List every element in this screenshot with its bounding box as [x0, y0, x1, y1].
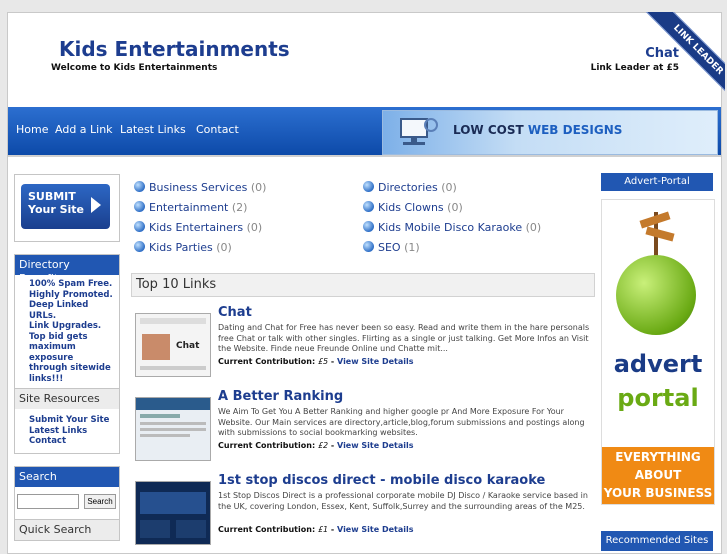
- benefits-list: 100% Spam Free. Highly Promoted. Deep Li…: [15, 275, 119, 388]
- nav-latest-links[interactable]: Latest Links: [120, 123, 186, 136]
- category-kids-clowns[interactable]: Kids Clowns (0): [363, 201, 463, 214]
- entry-description: 1st Stop Discos Direct is a professional…: [218, 491, 588, 511]
- search-title: Search: [15, 466, 119, 487]
- entry-description: Dating and Chat for Free has never been …: [218, 323, 590, 353]
- nav-home[interactable]: Home: [16, 123, 48, 136]
- right-sidebar: Advert-Portal advert portal EVERYTHING A…: [601, 173, 715, 505]
- category-business-services[interactable]: Business Services (0): [134, 181, 266, 194]
- advert-portal-banner[interactable]: advert portal EVERYTHING ABOUT YOUR BUSI…: [601, 199, 715, 505]
- left-sidebar: SUBMIT Your Site Directory Benefits 100%…: [14, 174, 120, 541]
- benefit-item: through sitewide: [29, 363, 111, 373]
- arrow-right-icon: [91, 197, 101, 213]
- view-details-link[interactable]: View Site Details: [337, 357, 413, 366]
- globe-icon: [363, 241, 374, 252]
- recommended-sites-title: Recommended Sites: [601, 531, 713, 551]
- category-entertainment[interactable]: Entertainment (2): [134, 201, 247, 214]
- site-thumbnail[interactable]: [135, 481, 211, 545]
- nav-contact[interactable]: Contact: [196, 123, 239, 136]
- resource-submit-site[interactable]: Submit Your Site: [29, 415, 115, 426]
- search-panel: Search Search Quick Search: [14, 465, 120, 541]
- benefit-item: Top bid gets: [29, 331, 88, 342]
- portal-word: portal: [617, 384, 699, 412]
- thumbnail-ranking-image: [136, 398, 210, 460]
- entry-title[interactable]: Chat: [218, 305, 252, 320]
- computer-graphic-icon: [400, 118, 438, 145]
- view-details-link[interactable]: View Site Details: [337, 441, 413, 450]
- category-kids-parties[interactable]: Kids Parties (0): [134, 241, 232, 254]
- category-kids-entertainers[interactable]: Kids Entertainers (0): [134, 221, 262, 234]
- globe-icon: [134, 201, 145, 212]
- site-thumbnail[interactable]: Chat: [135, 313, 211, 377]
- category-directories[interactable]: Directories (0): [363, 181, 457, 194]
- top10-heading: Top 10 Links: [131, 273, 595, 297]
- page-container: Kids Entertainments Welcome to Kids Ente…: [7, 12, 725, 554]
- benefit-item: links!!!: [29, 373, 64, 384]
- benefits-panel: Directory Benefits 100% Spam Free. Highl…: [14, 254, 120, 454]
- globe-icon: [363, 201, 374, 212]
- banner-text: LOW COST WEB DESIGNS: [453, 123, 623, 137]
- entry-title[interactable]: 1st stop discos direct - mobile disco ka…: [218, 473, 545, 488]
- search-button[interactable]: Search: [84, 493, 116, 509]
- advert-tagline: EVERYTHING ABOUT YOUR BUSINESS: [602, 447, 714, 504]
- resources-list: Submit Your Site Latest Links Contact: [15, 409, 119, 453]
- resource-contact[interactable]: Contact: [29, 436, 115, 447]
- category-kids-mobile-disco-karaoke[interactable]: Kids Mobile Disco Karaoke (0): [363, 221, 541, 234]
- benefits-title: Directory Benefits: [15, 255, 119, 285]
- submit-site-button[interactable]: SUBMIT Your Site: [21, 184, 110, 229]
- globe-icon: [363, 221, 374, 232]
- ribbon-label: LINK LEADER: [644, 12, 725, 102]
- benefit-item: Link Upgrades.: [29, 321, 102, 331]
- entry-contribution: Current Contribution: £2 - View Site Det…: [218, 441, 414, 450]
- category-seo[interactable]: SEO (1): [363, 241, 420, 254]
- link-leader-ribbon[interactable]: LINK LEADER: [635, 12, 725, 102]
- globe-icon: [363, 181, 374, 192]
- globe-icon: [616, 255, 696, 335]
- globe-icon: [134, 241, 145, 252]
- nav-add-link[interactable]: Add a Link: [55, 123, 113, 136]
- resource-latest-links[interactable]: Latest Links: [29, 426, 115, 437]
- advert-portal-title: Advert-Portal: [601, 173, 713, 191]
- view-details-link[interactable]: View Site Details: [337, 525, 413, 534]
- globe-icon: [134, 181, 145, 192]
- main-navbar: Home Add a Link Latest Links Contact LOW…: [8, 107, 721, 157]
- search-input[interactable]: [17, 493, 79, 509]
- entry-title[interactable]: A Better Ranking: [218, 389, 343, 404]
- svg-text:Chat: Chat: [176, 341, 200, 351]
- thumbnail-disco-image: [136, 482, 210, 544]
- submit-site-box: SUBMIT Your Site: [14, 174, 120, 242]
- site-title[interactable]: Kids Entertainments: [59, 37, 290, 61]
- web-design-banner[interactable]: LOW COST WEB DESIGNS: [382, 110, 718, 155]
- resources-title: Site Resources: [15, 388, 119, 409]
- search-row: Search: [15, 487, 119, 519]
- advert-word: advert: [613, 350, 703, 378]
- sign-board: [645, 226, 675, 242]
- quick-search-title: Quick Search: [15, 518, 119, 540]
- entry-description: We Aim To Get You A Better Ranking and h…: [218, 407, 585, 437]
- thumbnail-chat-image: Chat: [136, 314, 210, 376]
- globe-icon: [134, 221, 145, 232]
- site-thumbnail[interactable]: [135, 397, 211, 461]
- benefit-item: 100% Spam Free.: [29, 279, 113, 289]
- entry-contribution: Current Contribution: £5 - View Site Det…: [218, 357, 414, 366]
- entry-contribution: Current Contribution: £1 - View Site Det…: [218, 525, 414, 534]
- benefit-item: Highly Promoted.: [29, 289, 113, 300]
- site-subtitle: Welcome to Kids Entertainments: [51, 63, 218, 73]
- benefit-item: maximum exposure: [29, 342, 76, 363]
- benefit-item: Deep Linked URLs.: [29, 300, 89, 321]
